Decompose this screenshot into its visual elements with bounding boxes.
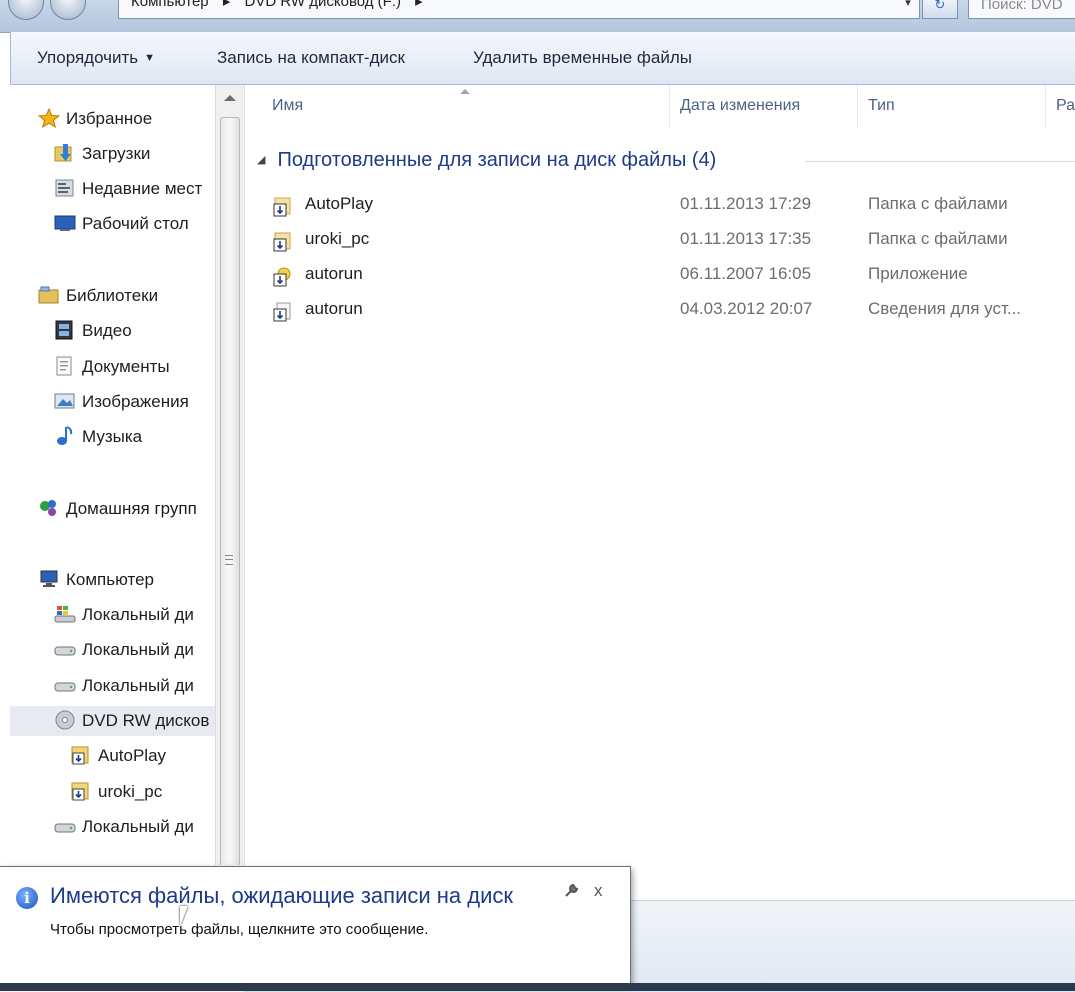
file-type: Сведения для уст...	[868, 299, 1022, 318]
nav-dvd-autoplay[interactable]: AutoPlay	[70, 741, 166, 771]
nav-computer[interactable]: Компьютер	[38, 565, 154, 595]
libraries-icon	[38, 285, 60, 305]
burn-disc-button[interactable]: Запись на компакт-диск	[217, 32, 405, 84]
nav-libraries[interactable]: Библиотеки	[38, 281, 158, 311]
nav-music[interactable]: Музыка	[54, 422, 142, 452]
table-row[interactable]: autorun 04.03.2012 20:07 Сведения для ус…	[245, 292, 1075, 326]
nav-dvd-uroki[interactable]: uroki_pc	[70, 777, 162, 807]
star-icon	[37, 107, 61, 129]
nav-scrollbar[interactable]	[215, 85, 244, 919]
notification-title[interactable]: Имеются файлы, ожидающие записи на диск	[50, 883, 513, 909]
organize-label: Упорядочить	[37, 48, 139, 67]
breadcrumb-separator[interactable]: ▸	[415, 0, 423, 10]
nav-recent-places[interactable]: Недавние мест	[54, 174, 202, 204]
nav-local-disk-c[interactable]: Локальный ди	[54, 600, 194, 630]
nav-desktop[interactable]: Рабочий стол	[54, 209, 189, 239]
music-note-icon	[54, 426, 76, 446]
back-button[interactable]	[8, 0, 44, 20]
file-date: 01.11.2013 17:35	[680, 229, 812, 248]
file-type: Приложение	[868, 264, 968, 283]
pending-folder-icon	[70, 781, 92, 801]
taskbar	[0, 983, 1075, 991]
column-header-date[interactable]: Дата изменения	[670, 85, 858, 127]
chevron-down-icon: ▼	[144, 52, 156, 64]
nav-favorites[interactable]: Избранное	[37, 104, 152, 134]
forward-button[interactable]	[50, 0, 86, 20]
hard-drive-icon	[54, 816, 76, 836]
command-toolbar: Упорядочить ▼ Запись на компакт-диск Удал…	[10, 32, 1075, 85]
downloads-folder-icon	[54, 143, 76, 163]
desktop-icon	[54, 213, 76, 233]
grip-icon	[225, 555, 233, 565]
dvd-disc-icon	[54, 710, 76, 730]
refresh-icon[interactable]: ↻	[922, 0, 958, 19]
pending-folder-icon	[273, 195, 293, 217]
address-bar: Компьютер ▸ DVD RW дисковод (F:) ▸ ▾ ↻ П…	[0, 0, 1075, 33]
windows-drive-icon	[54, 604, 76, 624]
file-name: autorun	[305, 264, 363, 283]
pending-file-icon	[273, 300, 293, 322]
column-header-size[interactable]: Ра	[1046, 85, 1075, 127]
nav-local-disk-4[interactable]: Локальный ди	[54, 812, 194, 842]
group-divider	[805, 161, 1075, 162]
computer-icon	[38, 569, 60, 589]
file-name: uroki_pc	[305, 229, 370, 248]
group-header[interactable]: ◢ Подготовленные для записи на диск файлы…	[257, 145, 716, 175]
nav-video[interactable]: Видео	[54, 316, 132, 346]
notification-message[interactable]: Чтобы просмотреть файлы, щелкните это со…	[50, 921, 428, 938]
table-row[interactable]: autorun 06.11.2007 16:05 Приложение	[245, 257, 1075, 291]
organize-button[interactable]: Упорядочить ▼	[37, 32, 155, 84]
nav-dvd-drive[interactable]: DVD RW дисков	[10, 706, 215, 736]
file-type: Папка с файлами	[868, 194, 1008, 213]
nav-downloads[interactable]: Загрузки	[54, 139, 150, 169]
table-row[interactable]: uroki_pc 01.11.2013 17:35 Папка с файлам…	[245, 222, 1075, 256]
file-list: Имя Дата изменения Тип Ра ◢ Подготовленны…	[244, 85, 1075, 900]
navigation-pane: Избранное Загрузки Недавние мест Рабочий…	[10, 85, 215, 865]
pending-folder-icon	[273, 230, 293, 252]
file-name: AutoPlay	[305, 194, 374, 213]
close-icon[interactable]: x	[594, 881, 603, 901]
sort-ascending-icon	[460, 89, 470, 94]
address-dropdown-icon[interactable]: ▾	[898, 0, 918, 18]
info-icon: i	[16, 887, 38, 909]
file-date: 01.11.2013 17:29	[680, 194, 812, 213]
mouse-cursor-icon	[180, 906, 188, 926]
collapse-triangle-icon[interactable]: ◢	[257, 154, 265, 166]
pending-folder-icon	[70, 745, 92, 765]
table-row[interactable]: AutoPlay 01.11.2013 17:29 Папка с файлам…	[245, 187, 1075, 221]
images-icon	[54, 391, 76, 411]
video-icon	[54, 320, 76, 340]
hard-drive-icon	[54, 639, 76, 659]
breadcrumb-dvd-drive[interactable]: DVD RW дисковод (F:)	[245, 0, 401, 10]
nav-documents[interactable]: Документы	[54, 352, 170, 382]
documents-icon	[54, 356, 76, 376]
breadcrumb-separator[interactable]: ▸	[223, 0, 231, 10]
homegroup-icon	[38, 498, 60, 518]
file-date: 04.03.2012 20:07	[680, 299, 813, 318]
nav-local-disk-2[interactable]: Локальный ди	[54, 635, 194, 665]
nav-images[interactable]: Изображения	[54, 387, 189, 417]
options-wrench-icon[interactable]	[563, 883, 579, 904]
hard-drive-icon	[54, 675, 76, 695]
file-date: 06.11.2007 16:05	[680, 264, 812, 283]
nav-homegroup[interactable]: Домашняя групп	[38, 494, 197, 524]
delete-temp-files-button[interactable]: Удалить временные файлы	[473, 32, 692, 84]
address-field[interactable]: Компьютер ▸ DVD RW дисковод (F:) ▸	[118, 0, 920, 19]
nav-local-disk-3[interactable]: Локальный ди	[54, 671, 194, 701]
burn-notification-balloon[interactable]: i Имеются файлы, ожидающие записи на дис…	[0, 866, 631, 985]
column-header-type[interactable]: Тип	[858, 85, 1046, 127]
file-type: Папка с файлами	[868, 229, 1008, 248]
scroll-thumb[interactable]	[220, 117, 240, 919]
recent-places-icon	[54, 178, 76, 198]
pending-application-icon	[273, 265, 293, 287]
file-name: autorun	[305, 299, 363, 318]
column-header-name[interactable]: Имя	[245, 85, 670, 127]
scroll-up-arrow-icon[interactable]	[224, 95, 236, 101]
breadcrumb-computer[interactable]: Компьютер	[131, 0, 209, 10]
search-input[interactable]: Поиск: DVD	[968, 0, 1075, 19]
